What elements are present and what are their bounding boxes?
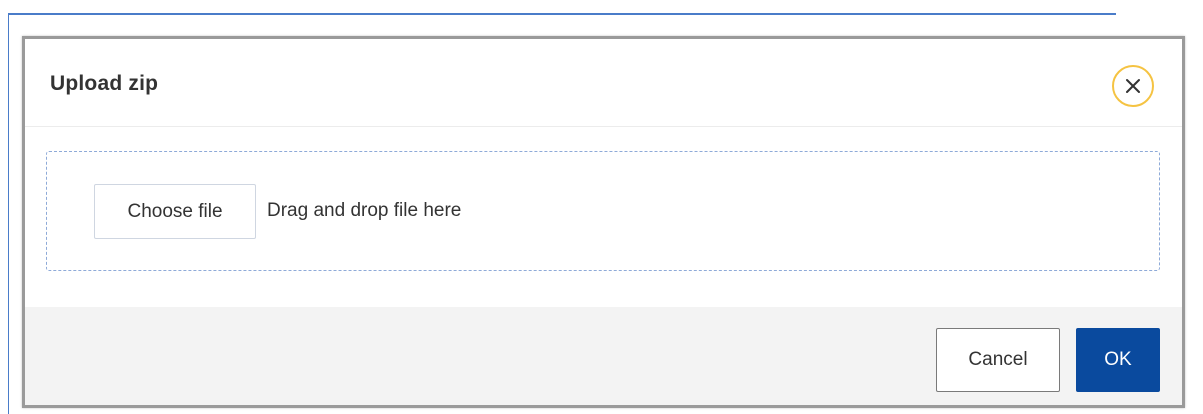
close-icon — [1126, 79, 1140, 93]
drop-hint-text: Drag and drop file here — [267, 200, 462, 221]
close-button[interactable] — [1112, 65, 1154, 107]
dialog-title: Upload zip — [50, 72, 159, 95]
choose-file-button[interactable]: Choose file — [94, 184, 256, 239]
dialog-footer: Cancel OK — [25, 307, 1182, 405]
file-drop-zone[interactable]: Choose file Drag and drop file here — [46, 151, 1160, 271]
backdrop-left-border — [8, 13, 9, 414]
backdrop-top-border — [8, 13, 1116, 15]
dialog-header: Upload zip — [25, 39, 1182, 127]
upload-zip-dialog: Upload zip Choose file Drag and drop fil… — [22, 36, 1185, 408]
cancel-button[interactable]: Cancel — [936, 328, 1060, 392]
ok-button[interactable]: OK — [1076, 328, 1160, 392]
dialog-body: Choose file Drag and drop file here — [25, 127, 1182, 307]
